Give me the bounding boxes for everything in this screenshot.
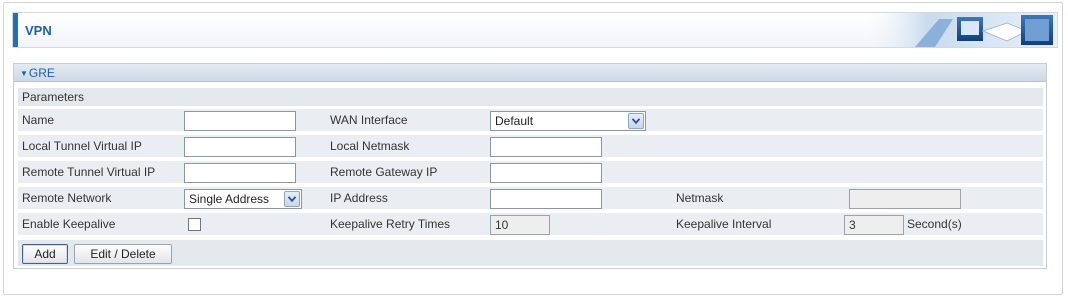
page-header: VPN — [12, 12, 1058, 48]
keepalive-retry-times-input[interactable] — [490, 215, 550, 235]
remote-gateway-ip-input[interactable] — [490, 163, 602, 183]
wan-interface-value: Default — [495, 114, 534, 128]
local-netmask-input[interactable] — [490, 137, 602, 157]
local-tunnel-virtual-ip-label: Local Tunnel Virtual IP — [22, 139, 142, 153]
netmask-label: Netmask — [676, 191, 724, 205]
form-row: Remote Tunnel Virtual IP Remote Gateway … — [18, 161, 1043, 183]
add-button[interactable]: Add — [22, 244, 68, 264]
collapse-triangle-icon: ▼ — [20, 69, 28, 78]
keepalive-interval-input[interactable] — [844, 215, 904, 235]
edit-delete-button[interactable]: Edit / Delete — [74, 244, 172, 264]
form-row: Enable Keepalive Keepalive Retry Times K… — [18, 213, 1043, 235]
keepalive-interval-unit: Second(s) — [907, 217, 962, 231]
form-row: Name WAN Interface Default — [18, 109, 1043, 131]
parameters-heading: Parameters — [22, 90, 85, 104]
gre-section-header[interactable]: ▼GRE — [14, 64, 1046, 82]
name-input[interactable] — [184, 111, 296, 131]
remote-tunnel-virtual-ip-input[interactable] — [184, 163, 296, 183]
enable-keepalive-label: Enable Keepalive — [22, 217, 116, 231]
keepalive-interval-label: Keepalive Interval — [676, 217, 772, 231]
form-row: Remote Network Single Address IP Address… — [18, 187, 1043, 209]
wan-interface-select[interactable]: Default — [490, 111, 646, 131]
wan-interface-label: WAN Interface — [330, 113, 408, 127]
local-tunnel-virtual-ip-input[interactable] — [184, 137, 296, 157]
chevron-down-icon — [628, 113, 644, 129]
gre-section-title: GRE — [28, 66, 55, 80]
vpn-panel: VPN ▼GRE Parameters Name WAN Interface D… — [3, 2, 1063, 295]
remote-network-value: Single Address — [189, 192, 270, 206]
remote-tunnel-virtual-ip-label: Remote Tunnel Virtual IP — [22, 165, 156, 179]
page-title: VPN — [25, 23, 52, 38]
ip-address-input[interactable] — [490, 189, 602, 209]
local-netmask-label: Local Netmask — [330, 139, 410, 153]
enable-keepalive-checkbox[interactable] — [188, 218, 201, 231]
remote-gateway-ip-label: Remote Gateway IP — [330, 165, 438, 179]
header-accent-bar — [13, 13, 18, 47]
netmask-input[interactable] — [849, 189, 961, 209]
remote-network-label: Remote Network — [22, 191, 112, 205]
parameters-header-row: Parameters — [18, 88, 1043, 106]
remote-network-select[interactable]: Single Address — [184, 189, 302, 209]
button-bar: Add Edit / Delete — [18, 240, 1043, 266]
ip-address-label: IP Address — [330, 191, 388, 205]
keepalive-retry-times-label: Keepalive Retry Times — [330, 217, 451, 231]
name-label: Name — [22, 113, 55, 127]
header-decoration-icon — [857, 13, 1057, 47]
gre-section: ▼GRE Parameters Name WAN Interface Defau… — [13, 63, 1047, 269]
gre-section-toggle[interactable]: ▼GRE — [20, 66, 55, 80]
form-row: Local Tunnel Virtual IP Local Netmask — [18, 135, 1043, 157]
chevron-down-icon — [284, 191, 300, 207]
